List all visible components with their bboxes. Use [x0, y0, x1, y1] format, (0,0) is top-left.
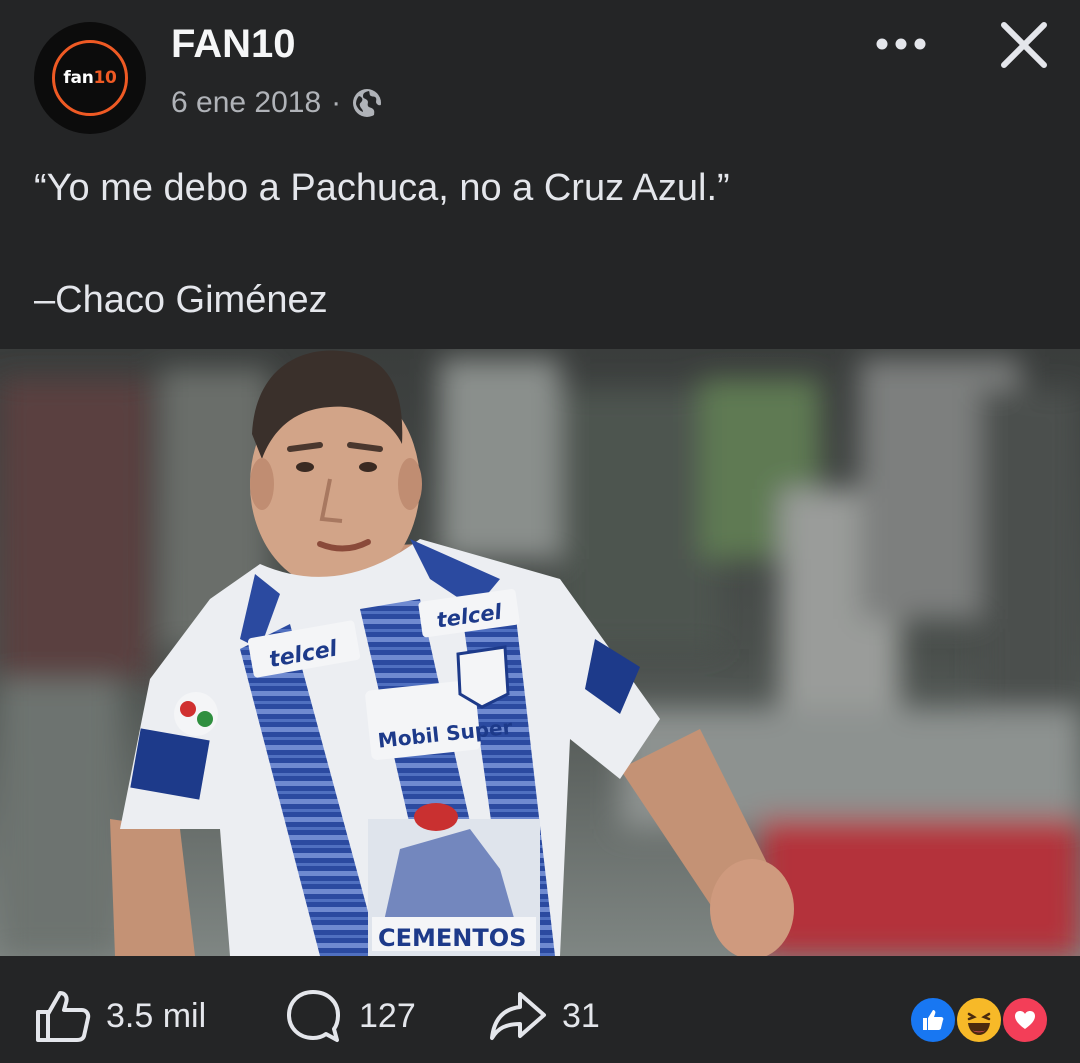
page-avatar[interactable]: fan10	[34, 22, 146, 134]
post-photo[interactable]: telcel telcel Mobil Super CEMENTOS	[0, 349, 1080, 956]
like-count: 3.5 mil	[106, 996, 207, 1035]
share-button[interactable]: 31	[488, 988, 600, 1044]
post-header: fan10 FAN10 6 ene 2018 ·	[0, 0, 1080, 140]
caption-attribution: –Chaco Giménez	[34, 279, 328, 321]
avatar-logo-ring: fan10	[52, 40, 128, 116]
post-caption: “Yo me debo a Pachuca, no a Cruz Azul.” …	[34, 160, 1044, 328]
more-options-button[interactable]	[866, 22, 936, 66]
jersey-cementos: CEMENTOS	[378, 924, 526, 952]
close-button[interactable]	[990, 14, 1058, 76]
post-action-bar: 3.5 mil 127 31	[0, 956, 1080, 1063]
caption-quote: “Yo me debo a Pachuca, no a Cruz Azul.”	[34, 167, 730, 209]
page-name[interactable]: FAN10	[171, 22, 296, 67]
more-dots-icon	[876, 38, 926, 50]
thumbs-up-icon	[36, 991, 91, 1042]
like-button[interactable]: 3.5 mil	[34, 988, 206, 1044]
globe-icon	[351, 87, 383, 119]
like-reaction-icon	[909, 996, 957, 1044]
comment-bubble-icon	[287, 990, 340, 1042]
reaction-summary[interactable]	[909, 996, 1049, 1044]
share-count: 31	[562, 996, 600, 1035]
haha-reaction-icon	[955, 996, 1003, 1044]
avatar-logo: fan10	[63, 68, 117, 88]
post-date[interactable]: 6 ene 2018	[171, 86, 321, 120]
post-viewer: fan10 FAN10 6 ene 2018 · “Yo me debo a P…	[0, 0, 1080, 1063]
love-reaction-icon	[1001, 996, 1049, 1044]
close-icon	[1001, 22, 1047, 68]
meta-separator: ·	[331, 86, 342, 119]
player-photo: telcel telcel Mobil Super CEMENTOS	[0, 349, 1080, 956]
comment-button[interactable]: 127	[285, 988, 416, 1044]
comment-count: 127	[359, 996, 416, 1035]
share-arrow-icon	[490, 992, 546, 1040]
post-meta: 6 ene 2018 ·	[171, 86, 383, 120]
